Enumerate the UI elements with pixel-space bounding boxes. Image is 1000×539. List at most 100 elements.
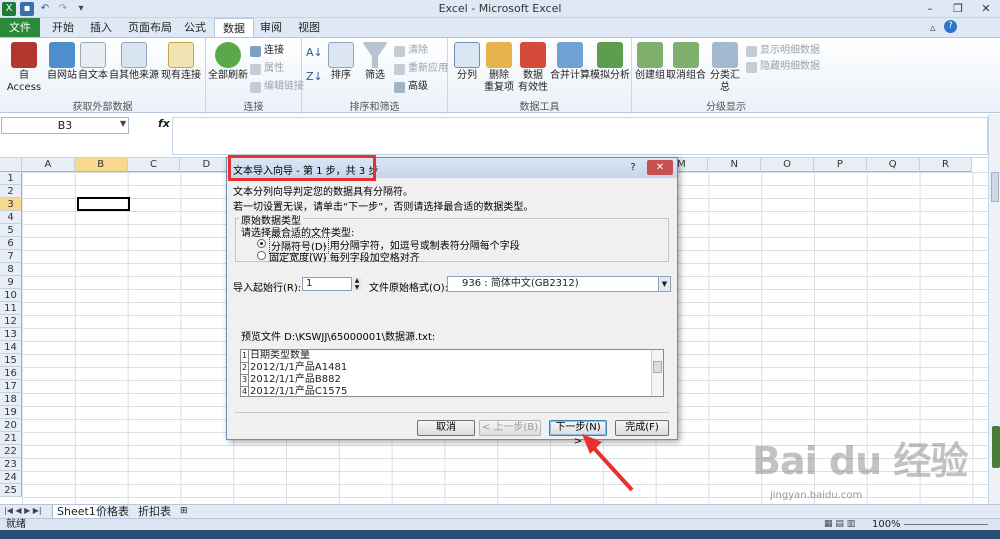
tab-data[interactable]: 数据	[214, 18, 254, 38]
radio-delimited[interactable]	[257, 239, 266, 248]
ungroup-button[interactable]: 取消组合	[666, 42, 706, 82]
maximize-icon[interactable]: ❐	[944, 0, 972, 17]
row-header[interactable]: 12	[0, 315, 22, 328]
subtotal-button[interactable]: 分类汇总	[706, 42, 744, 94]
tab-view[interactable]: 视图	[290, 18, 328, 37]
ribbon-collapse-icon[interactable]: ▵	[930, 21, 936, 34]
edit-links-button[interactable]: 编辑链接	[250, 80, 304, 94]
remove-duplicates-button[interactable]: 删除 重复项	[482, 42, 516, 94]
column-header[interactable]: O	[761, 158, 814, 172]
what-if-analysis-button[interactable]: 模拟分析	[590, 42, 630, 82]
refresh-all-button[interactable]: 全部刷新	[208, 42, 248, 82]
show-detail-button[interactable]: 显示明细数据	[746, 44, 820, 58]
tab-review[interactable]: 审阅	[252, 18, 290, 37]
hide-detail-button[interactable]: 隐藏明细数据	[746, 60, 820, 74]
row-header[interactable]: 15	[0, 354, 22, 367]
row-header[interactable]: 3	[0, 198, 22, 211]
preview-scroll-thumb[interactable]	[653, 361, 662, 373]
connections-button[interactable]: 连接	[250, 44, 284, 58]
column-header[interactable]: N	[708, 158, 762, 172]
row-header[interactable]: 2	[0, 185, 22, 198]
row-header[interactable]: 17	[0, 380, 22, 393]
row-header[interactable]: 7	[0, 250, 22, 263]
tab-formulas[interactable]: 公式	[176, 18, 214, 37]
column-header[interactable]: R	[919, 158, 973, 172]
cancel-button[interactable]: 取消	[417, 420, 475, 436]
advanced-button[interactable]: 高级	[394, 80, 428, 94]
row-header[interactable]: 4	[0, 211, 22, 224]
select-all-corner[interactable]	[0, 158, 22, 172]
window-close-icon[interactable]: ✕	[972, 0, 1000, 17]
from-access-button[interactable]: 自 Access	[4, 42, 44, 94]
column-header[interactable]: Q	[866, 158, 920, 172]
text-to-columns-button[interactable]: 分列	[452, 42, 482, 82]
zoom-level[interactable]: 100%	[872, 519, 901, 530]
start-row-spinner-icon[interactable]: ▲ ▼	[351, 277, 362, 291]
reapply-button[interactable]: 重新应用	[394, 62, 448, 76]
sheet-tab-price[interactable]: 价格表	[92, 505, 133, 519]
from-web-button[interactable]: 自网站	[46, 42, 78, 82]
group-button[interactable]: 创建组	[634, 42, 666, 82]
row-header[interactable]: 18	[0, 393, 22, 406]
tab-page-layout[interactable]: 页面布局	[120, 18, 180, 37]
insert-sheet-icon[interactable]: ⊞	[176, 505, 192, 519]
tab-file[interactable]: 文件	[0, 18, 40, 37]
scrollbar-thumb[interactable]	[991, 172, 999, 202]
row-header[interactable]: 25	[0, 484, 22, 497]
data-validation-button[interactable]: 数据 有效性	[516, 42, 550, 94]
sort-ascending-icon[interactable]: A↓	[306, 46, 323, 60]
radio-fixed-width[interactable]	[257, 251, 266, 260]
view-mode-icons[interactable]: ▦ ▤ ▥	[824, 519, 855, 530]
row-header[interactable]: 9	[0, 276, 22, 289]
column-header[interactable]: C	[127, 158, 181, 172]
column-header[interactable]: A	[22, 158, 75, 172]
row-header[interactable]: 1	[0, 172, 22, 185]
sheet-nav-icons[interactable]: |◀ ◀ ▶ ▶|	[4, 506, 42, 515]
row-header[interactable]: 8	[0, 263, 22, 276]
column-header[interactable]: P	[814, 158, 867, 172]
dialog-close-icon[interactable]: ✕	[647, 160, 673, 175]
row-header[interactable]: 10	[0, 289, 22, 302]
properties-button[interactable]: 属性	[250, 62, 284, 76]
row-header[interactable]: 21	[0, 432, 22, 445]
row-header[interactable]: 13	[0, 328, 22, 341]
tab-insert[interactable]: 插入	[82, 18, 120, 37]
zoom-slider[interactable]	[904, 524, 988, 525]
filter-button[interactable]: 筛选	[360, 42, 390, 82]
fixed-width-label[interactable]: 固定宽度(W)	[269, 249, 327, 264]
sheet-tab-discount[interactable]: 折扣表	[134, 505, 175, 519]
preview-scrollbar[interactable]	[651, 350, 663, 396]
dialog-titlebar[interactable]: 文本导入向导 - 第 1 步，共 3 步 ? ✕	[227, 155, 677, 181]
sort-button[interactable]: 排序	[326, 42, 356, 82]
row-header[interactable]: 19	[0, 406, 22, 419]
clear-button[interactable]: 清除	[394, 44, 428, 58]
dialog-help-icon[interactable]: ?	[624, 161, 642, 175]
help-icon[interactable]: ?	[944, 20, 957, 33]
name-box-dropdown-icon[interactable]: ▼	[120, 119, 126, 128]
name-box[interactable]: B3	[1, 117, 129, 134]
insert-function-icon[interactable]: fx	[158, 117, 170, 130]
row-header[interactable]: 23	[0, 458, 22, 471]
from-other-sources-button[interactable]: 自其他来源	[108, 42, 160, 82]
column-header[interactable]: B	[74, 158, 128, 172]
row-header[interactable]: 20	[0, 419, 22, 432]
preview-box[interactable]: 1 日期类型数量 2 2012/1/1产品A1481 3 2012/1/1产品B882…	[240, 349, 664, 397]
row-header[interactable]: 5	[0, 224, 22, 237]
origin-select[interactable]: 936 : 简体中文(GB2312) ▼	[447, 276, 671, 292]
active-cell-b3[interactable]	[77, 197, 130, 211]
formula-input[interactable]	[172, 117, 988, 155]
row-header[interactable]: 14	[0, 341, 22, 354]
row-header[interactable]: 6	[0, 237, 22, 250]
consolidate-button[interactable]: 合并计算	[550, 42, 590, 82]
existing-connections-button[interactable]: 现有连接	[160, 42, 202, 82]
back-button[interactable]: < 上一步(B)	[479, 420, 541, 436]
row-header[interactable]: 11	[0, 302, 22, 315]
chevron-down-icon[interactable]: ▼	[658, 277, 670, 291]
row-header[interactable]: 24	[0, 471, 22, 484]
tab-home[interactable]: 开始	[44, 18, 82, 37]
sort-descending-icon[interactable]: Z↓	[306, 70, 323, 84]
row-header[interactable]: 16	[0, 367, 22, 380]
minimize-icon[interactable]: –	[916, 0, 944, 17]
from-text-button[interactable]: 自文本	[78, 42, 108, 82]
side-widget-tab[interactable]	[992, 426, 1000, 468]
